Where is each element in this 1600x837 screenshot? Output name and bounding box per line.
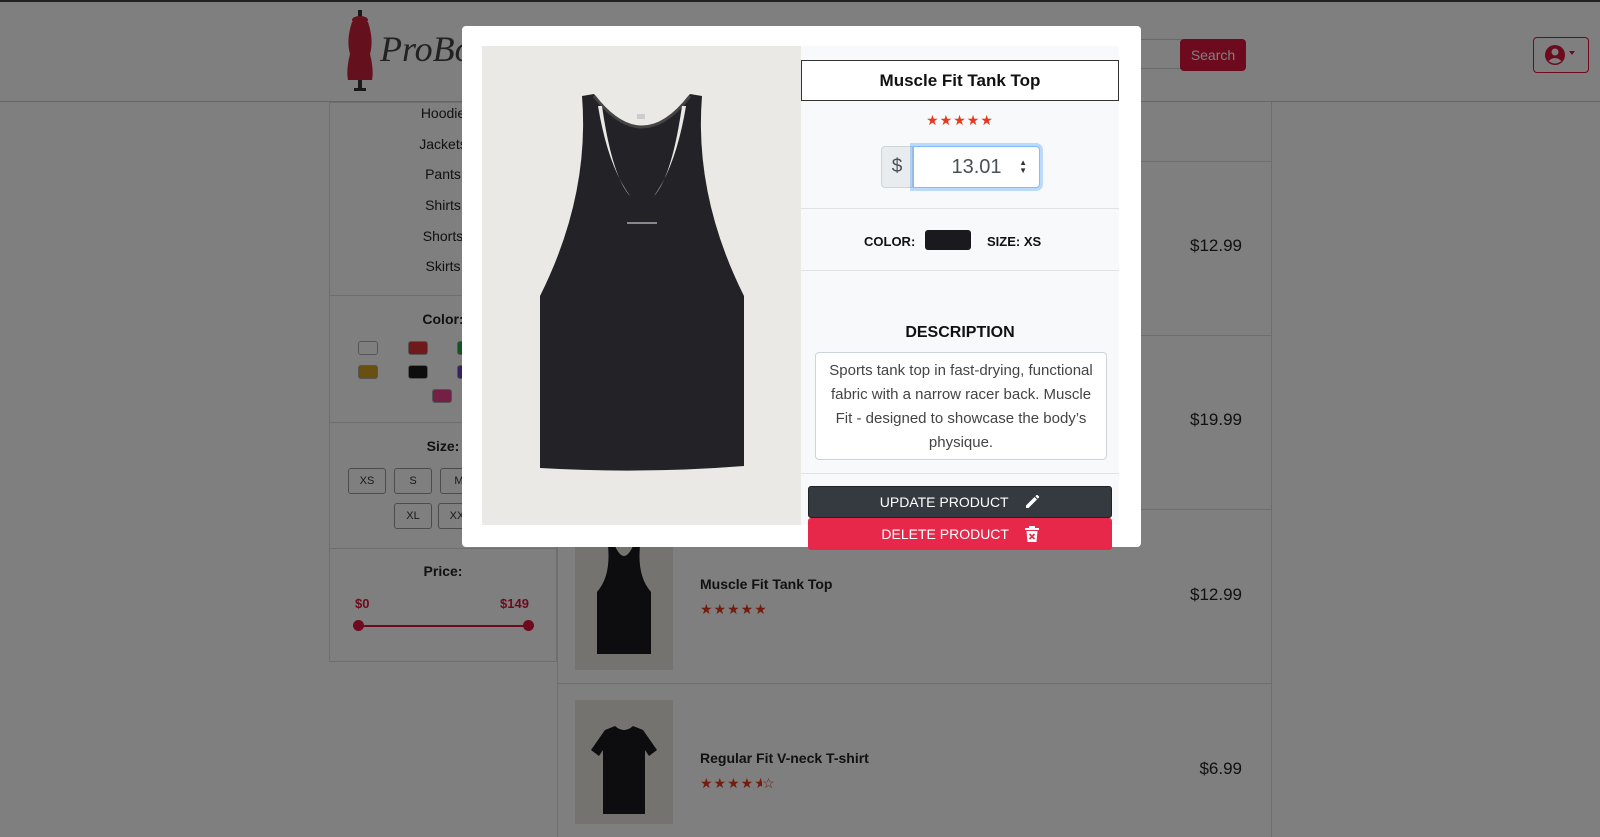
update-product-button[interactable]: UPDATE PRODUCT <box>808 486 1112 518</box>
divider <box>801 473 1119 474</box>
color-chip[interactable] <box>925 230 971 250</box>
spinner-arrows-icon[interactable]: ▲ ▼ <box>1019 159 1027 175</box>
delete-button-label: DELETE PRODUCT <box>881 526 1009 542</box>
tank-top-image <box>540 94 744 471</box>
delete-product-button[interactable]: DELETE PRODUCT <box>808 518 1112 550</box>
product-details-panel: Muscle Fit Tank Top ★★★★★ $ 13.01 ▲ ▼ COL… <box>801 46 1119 550</box>
pencil-icon <box>1026 494 1040 508</box>
price-input-group: $ 13.01 ▲ ▼ <box>881 146 1040 188</box>
update-button-label: UPDATE PRODUCT <box>879 494 1009 510</box>
description-textarea[interactable]: Sports tank top in fast-drying, function… <box>815 352 1107 460</box>
color-size-row: COLOR: SIZE: XS <box>801 228 1119 254</box>
trash-icon <box>1024 525 1039 542</box>
color-label: COLOR: <box>864 234 916 249</box>
size-label: SIZE: XS <box>987 234 1042 249</box>
product-title-field[interactable]: Muscle Fit Tank Top <box>801 60 1119 101</box>
product-rating-stars: ★★★★★ <box>926 112 994 128</box>
description-heading: DESCRIPTION <box>905 324 1015 341</box>
product-image <box>482 46 801 525</box>
currency-prefix: $ <box>881 146 913 188</box>
price-input[interactable]: 13.01 ▲ ▼ <box>913 146 1040 188</box>
divider <box>801 270 1119 271</box>
edit-product-modal: Muscle Fit Tank Top ★★★★★ $ 13.01 ▲ ▼ COL… <box>462 26 1141 550</box>
price-value: 13.01 <box>951 156 1002 178</box>
divider <box>801 208 1119 209</box>
